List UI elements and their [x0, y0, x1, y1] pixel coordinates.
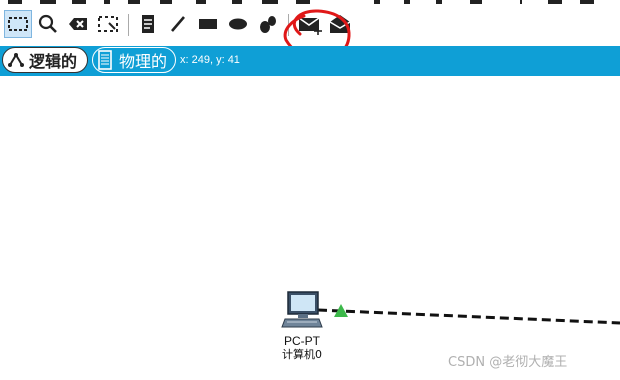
device-model-label: PC-PT	[284, 334, 320, 348]
watermark: CSDN @老彻大魔王	[448, 355, 568, 370]
link-cable[interactable]	[317, 308, 620, 325]
pc-device[interactable]: PC-PT 计算机0	[272, 290, 332, 361]
device-name-label: 计算机0	[282, 348, 322, 361]
pc-icon	[281, 291, 323, 328]
